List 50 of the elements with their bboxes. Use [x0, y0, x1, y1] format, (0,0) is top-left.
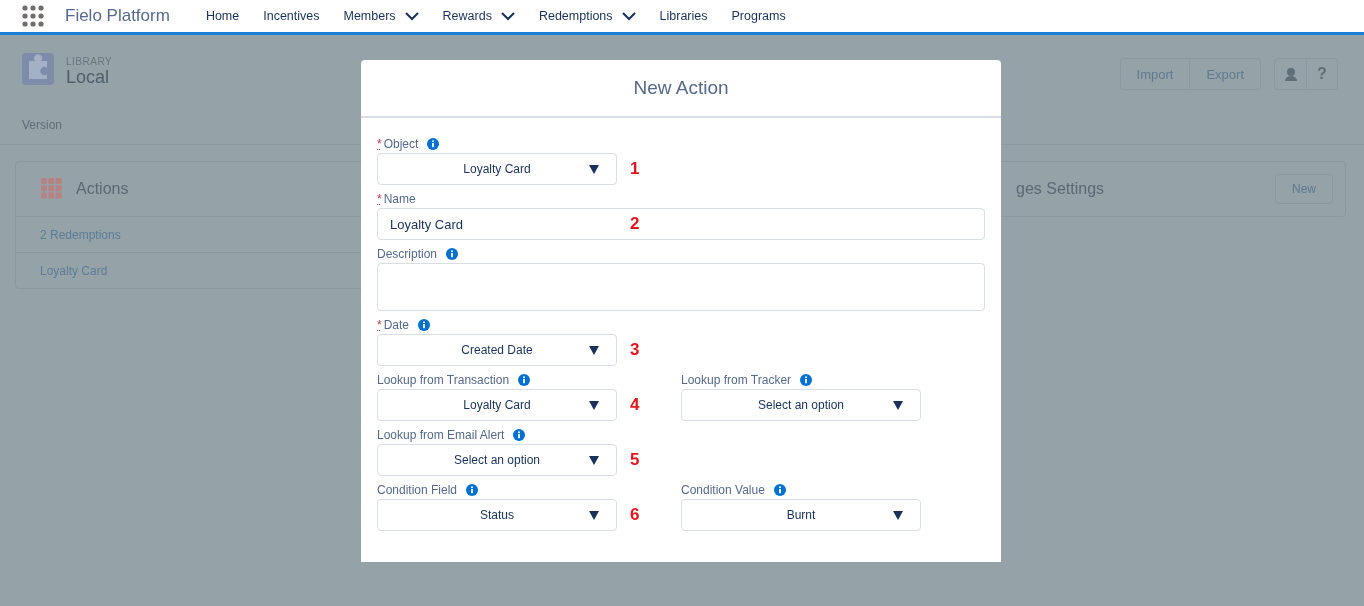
nav-item[interactable]: Rewards — [442, 9, 515, 23]
select-dropdown[interactable]: Select an option — [377, 444, 617, 476]
card-title: Actions — [76, 180, 129, 198]
caret-down-icon — [893, 401, 903, 410]
field-label: Lookup from Email Alert — [377, 427, 505, 442]
caret-down-icon — [589, 346, 599, 355]
nav-item[interactable]: Libraries — [659, 9, 708, 23]
select-dropdown[interactable]: Created Date — [377, 334, 617, 366]
grid-icon — [40, 177, 64, 201]
field-label: Lookup from Tracker — [681, 372, 792, 387]
nav-item[interactable]: Home — [205, 9, 240, 23]
field-label: Condition Value — [681, 482, 765, 497]
select-dropdown[interactable]: Loyalty Card — [377, 389, 617, 421]
field-label: Lookup from Transaction — [377, 372, 510, 387]
chevron-down-icon — [621, 11, 636, 21]
app-name: Fielo Platform — [65, 6, 170, 26]
card-title: ges Settings — [1016, 180, 1105, 198]
annotation-number: 4 — [630, 395, 640, 415]
nav-item[interactable]: Members — [343, 9, 419, 23]
caret-down-icon — [589, 165, 599, 174]
caret-down-icon — [893, 511, 903, 520]
required-asterisk: * — [377, 317, 382, 332]
person-icon — [1283, 67, 1298, 81]
page-title: Local — [66, 67, 111, 88]
annotation-number: 3 — [630, 340, 640, 360]
select-dropdown[interactable]: Select an option — [681, 389, 921, 421]
annotation-number: 2 — [630, 214, 640, 234]
field-label: Name — [383, 191, 416, 206]
annotation-number: 1 — [630, 159, 640, 179]
select-dropdown[interactable]: Burnt — [681, 499, 921, 531]
select-dropdown[interactable]: Loyalty Card — [377, 153, 617, 185]
annotation-number: 6 — [630, 505, 640, 525]
modal-title: New Action — [361, 60, 1001, 118]
field-label: Description — [377, 246, 438, 261]
chevron-down-icon — [500, 11, 515, 21]
nav-item[interactable]: Programs — [731, 9, 786, 23]
field-label: Condition Field — [377, 482, 458, 497]
chevron-down-icon — [404, 11, 419, 21]
app-launcher-button[interactable] — [22, 5, 44, 27]
select-dropdown[interactable]: Status — [377, 499, 617, 531]
caret-down-icon — [589, 511, 599, 520]
caret-down-icon — [589, 456, 599, 465]
field-label: Date — [383, 317, 410, 332]
nav-item[interactable]: Incentives — [263, 9, 320, 23]
app-launcher-icon — [22, 5, 44, 27]
nav-item[interactable]: Redemptions — [538, 9, 636, 23]
caret-down-icon — [589, 401, 599, 410]
puzzle-icon — [22, 53, 54, 85]
required-asterisk: * — [377, 191, 382, 206]
annotation-number: 5 — [630, 450, 640, 470]
